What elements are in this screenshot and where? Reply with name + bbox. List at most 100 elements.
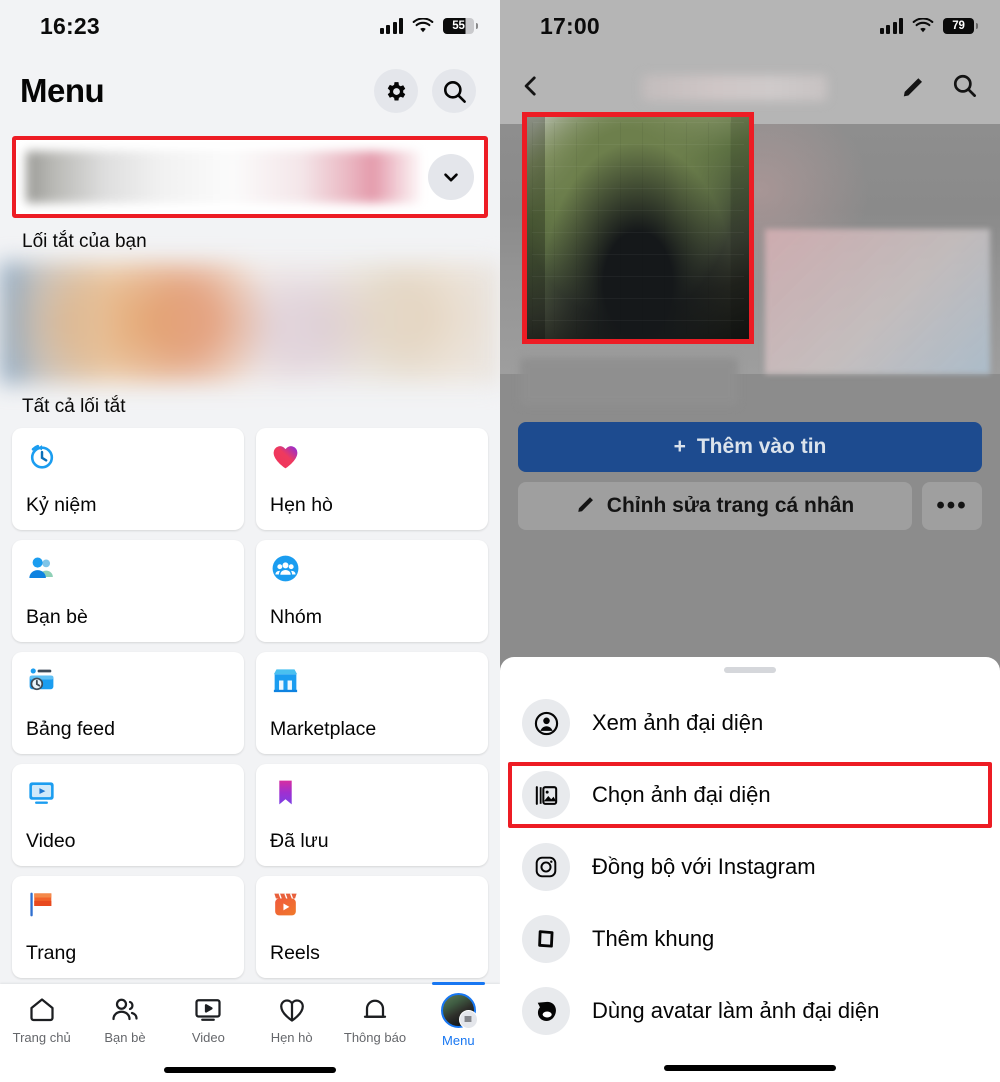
nav-label: Video (191, 1030, 225, 1045)
bottom-nav-row: Trang chủ Bạn bè Video Hẹn hò Thông báo (0, 981, 500, 1056)
add-to-story-button[interactable]: + Thêm vào tin (518, 422, 982, 472)
nav-item-home[interactable]: Trang chủ (0, 995, 83, 1045)
status-indicators: 55 (379, 17, 478, 34)
video-icon (26, 775, 230, 809)
shortcut-card-feeds[interactable]: Bảng feed (12, 652, 244, 754)
wifi-icon (912, 17, 934, 34)
nav-label: Bạn bè (104, 1030, 146, 1045)
chevron-down-icon[interactable] (428, 154, 474, 200)
cellular-bars-icon (879, 18, 903, 34)
reels-icon (270, 887, 474, 921)
shortcut-card-groups[interactable]: Nhóm (256, 540, 488, 642)
right-screen-profile: 17:00 79 + Thêm vào tin Chỉnh sửa trang … (500, 0, 1000, 1082)
page-title: Menu (20, 72, 105, 109)
shortcut-label: Video (26, 829, 76, 852)
shortcut-label: Trang (26, 941, 77, 964)
left-screen-menu: 16:23 55 Menu Lối tắt của bạn Tất cả lối… (0, 0, 500, 1082)
frame-icon (522, 915, 570, 963)
ellipsis-icon: ••• (936, 492, 968, 519)
search-icon[interactable] (951, 72, 978, 104)
shortcut-card-friends[interactable]: Bạn bè (12, 540, 244, 642)
shortcut-card-video[interactable]: Video (12, 764, 244, 866)
shortcuts-grid: Kỷ niệm Hẹn hò Bạn bè Nhóm Bảng feed Mar… (0, 428, 500, 978)
shortcut-card-pages[interactable]: Trang (12, 876, 244, 978)
left-header: Menu (0, 52, 500, 130)
sheet-item-label: Xem ảnh đại diện (592, 710, 764, 735)
nav-label: Menu (442, 1032, 475, 1048)
shortcut-card-saved[interactable]: Đã lưu (256, 764, 488, 866)
shortcut-label: Marketplace (270, 717, 377, 740)
section-your-shortcuts: Lối tắt của bạn (22, 231, 147, 252)
sheet-item-sync-instagram[interactable]: Đồng bộ với Instagram (500, 831, 1000, 903)
right-header-actions (901, 72, 978, 104)
saved-bookmark-icon (270, 775, 474, 809)
profile-name-row[interactable] (12, 136, 488, 218)
sheet-item-add-frame[interactable]: Thêm khung (500, 903, 1000, 975)
shortcut-label: Bảng feed (26, 717, 115, 740)
pages-flag-icon (26, 887, 230, 921)
nav-item-video[interactable]: Video (167, 995, 250, 1045)
profile-photo-action-sheet: Xem ảnh đại diện Chọn ảnh đại diện Đồng … (500, 657, 1000, 1082)
status-indicators: 79 (879, 17, 978, 34)
nav-item-notifications[interactable]: Thông báo (333, 995, 416, 1045)
more-options-button[interactable]: ••• (922, 482, 982, 530)
right-status-bar: 17:00 79 (500, 0, 1000, 52)
shortcut-label: Kỷ niệm (26, 493, 97, 516)
shortcut-card-reels[interactable]: Reels (256, 876, 488, 978)
avatar-menu-icon (440, 992, 478, 1029)
profile-name-blurred (26, 151, 420, 203)
shortcut-label: Đã lưu (270, 829, 329, 852)
memories-clock-icon (26, 439, 230, 473)
feeds-icon (26, 663, 230, 697)
sheet-item-choose-photo[interactable]: Chọn ảnh đại diện (500, 759, 1000, 831)
edit-profile-label: Chỉnh sửa trang cá nhân (606, 494, 855, 517)
shortcuts-carousel-blurred[interactable] (0, 262, 500, 384)
cover-photo-overlay (765, 229, 990, 374)
profile-avatar-image[interactable] (522, 112, 754, 344)
shortcut-card-marketplace[interactable]: Marketplace (256, 652, 488, 754)
edit-profile-button[interactable]: Chỉnh sửa trang cá nhân (518, 482, 912, 530)
add-to-story-label: Thêm vào tin (696, 435, 827, 458)
shortcut-label: Bạn bè (26, 605, 88, 628)
nav-label: Hẹn hò (270, 1030, 313, 1045)
action-sheet-list: Xem ảnh đại diện Chọn ảnh đại diện Đồng … (500, 673, 1000, 1047)
photo-stack-icon (522, 771, 570, 819)
shortcut-card-memories[interactable]: Kỷ niệm (12, 428, 244, 530)
friends-icon (26, 551, 230, 585)
pencil-icon[interactable] (901, 73, 927, 104)
status-time: 17:00 (540, 12, 600, 39)
status-time: 16:23 (40, 12, 100, 39)
plus-icon: + (673, 435, 686, 458)
hamburger-badge-icon (458, 1009, 478, 1029)
search-icon[interactable] (432, 69, 476, 113)
shortcut-label: Reels (270, 941, 320, 964)
marketplace-icon (270, 663, 474, 697)
avatar-face-icon (522, 987, 570, 1035)
home-indicator (164, 1067, 336, 1073)
nav-item-dating[interactable]: Hẹn hò (250, 995, 333, 1045)
left-bottom-nav: Trang chủ Bạn bè Video Hẹn hò Thông báo (0, 981, 500, 1082)
left-status-bar: 16:23 55 (0, 0, 500, 52)
nav-item-menu[interactable]: Menu (417, 981, 500, 1048)
instagram-icon (522, 843, 570, 891)
home-indicator (664, 1065, 836, 1071)
nav-label: Thông báo (343, 1030, 407, 1045)
profile-action-row: Chỉnh sửa trang cá nhân ••• (518, 482, 982, 530)
section-all-shortcuts: Tất cả lối tắt (22, 396, 126, 417)
avatar-pixelation-overlay (532, 122, 744, 334)
sheet-item-use-avatar[interactable]: Dùng avatar làm ảnh đại diện (500, 975, 1000, 1047)
nav-item-friends[interactable]: Bạn bè (83, 995, 166, 1045)
sheet-item-label: Chọn ảnh đại diện (592, 782, 771, 807)
gear-icon[interactable] (374, 69, 418, 113)
sheet-item-label: Đồng bộ với Instagram (592, 854, 816, 879)
sheet-item-view-photo[interactable]: Xem ảnh đại diện (500, 687, 1000, 759)
wifi-icon (412, 17, 434, 34)
sheet-item-label: Thêm khung (592, 926, 715, 951)
shortcut-card-dating[interactable]: Hẹn hò (256, 428, 488, 530)
back-chevron-icon[interactable] (518, 73, 544, 104)
sheet-item-label: Dùng avatar làm ảnh đại diện (592, 998, 880, 1023)
dating-heart-icon (270, 439, 474, 473)
groups-icon (270, 551, 474, 585)
battery-icon: 79 (943, 18, 978, 34)
shortcut-label: Nhóm (270, 605, 323, 628)
